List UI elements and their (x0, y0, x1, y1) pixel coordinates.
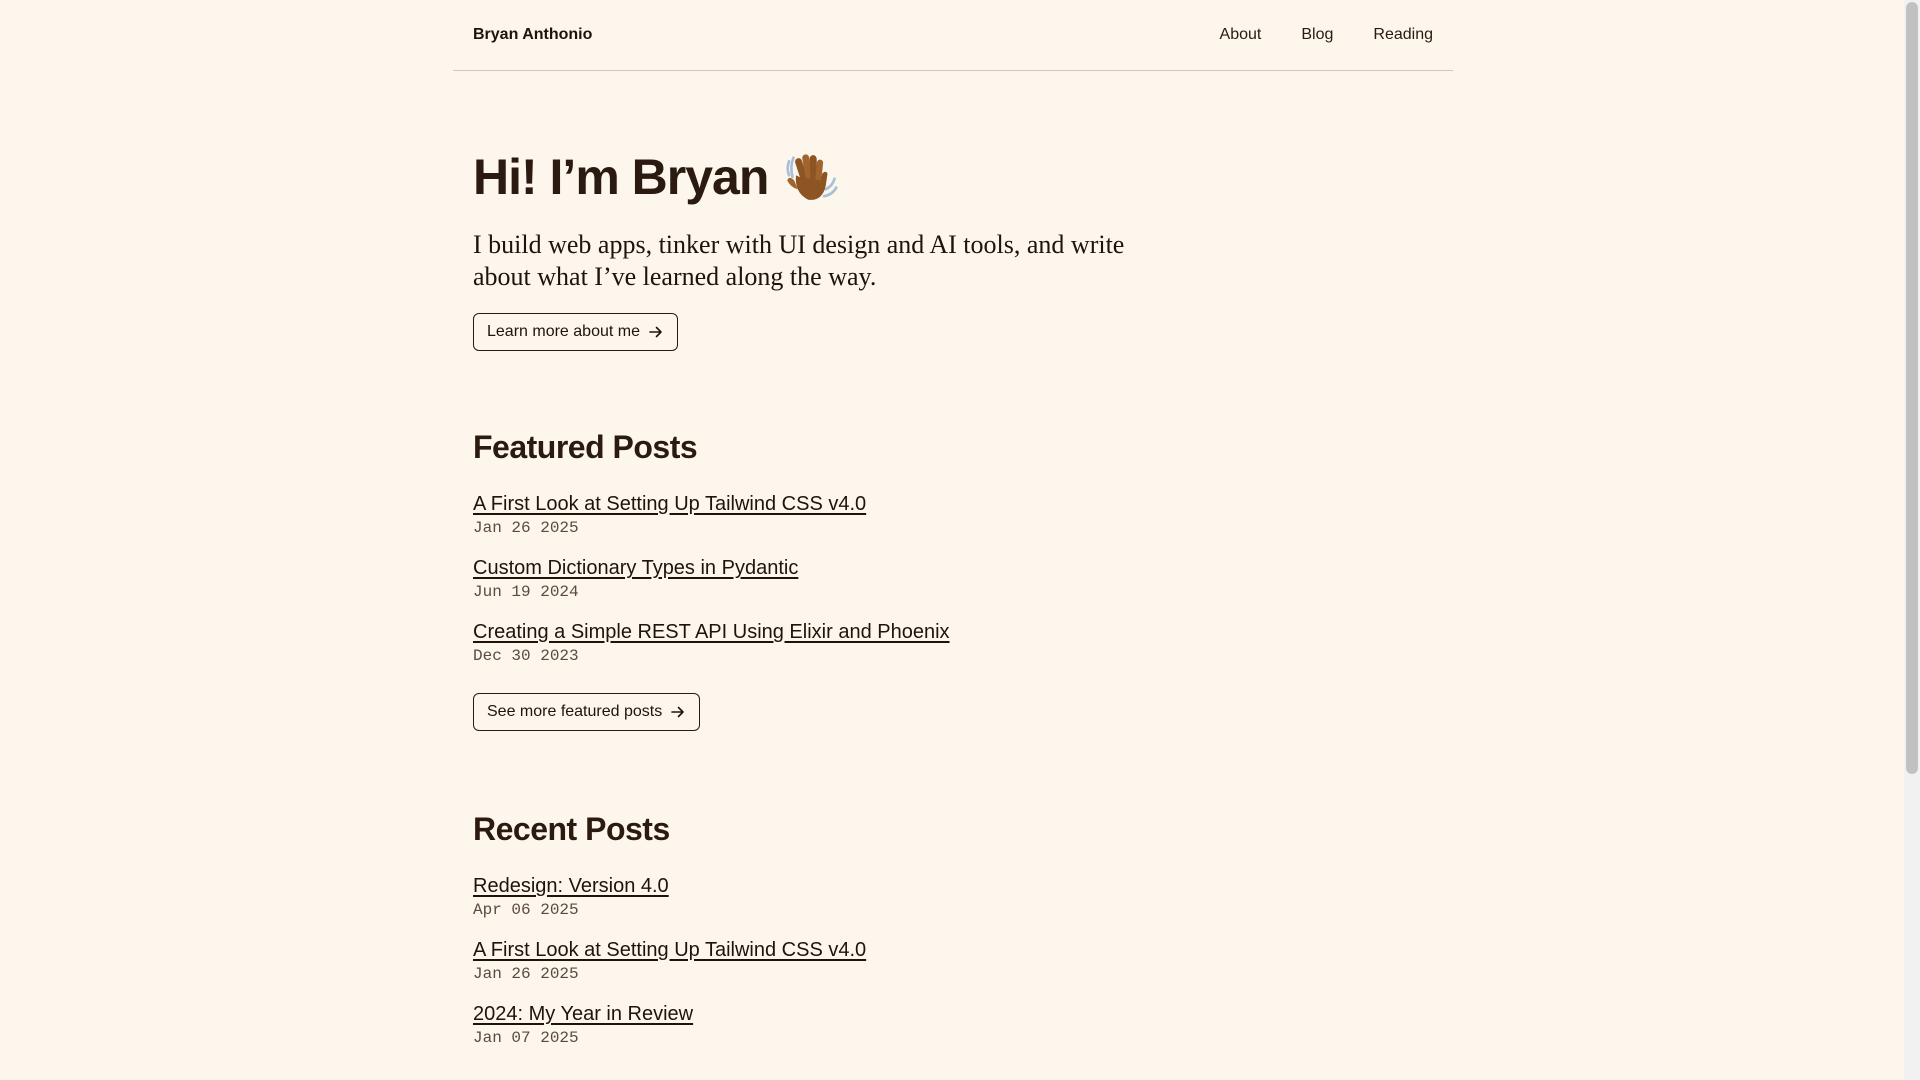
post-link[interactable]: A First Look at Setting Up Tailwind CSS … (473, 492, 866, 516)
list-item: 2024: My Year in Review Jan 07 2025 (473, 1002, 1433, 1047)
featured-post-list: A First Look at Setting Up Tailwind CSS … (473, 492, 1433, 665)
content-container: Bryan Anthonio About Blog Reading Hi! I’… (453, 0, 1453, 1066)
main-nav: About Blog Reading (1220, 26, 1433, 44)
learn-more-label: Learn more about me (487, 323, 640, 340)
main-content: Hi! I’m Bryan I build web apps, tinker w… (453, 149, 1453, 1047)
list-item: Creating a Simple REST API Using Elixir … (473, 620, 1433, 665)
post-date: Jan 26 2025 (473, 519, 579, 537)
post-date: Jan 07 2025 (473, 1029, 579, 1047)
list-item: Custom Dictionary Types in Pydantic Jun … (473, 556, 1433, 601)
list-item: A First Look at Setting Up Tailwind CSS … (473, 938, 1433, 983)
post-link[interactable]: Creating a Simple REST API Using Elixir … (473, 620, 950, 644)
list-item: A First Look at Setting Up Tailwind CSS … (473, 492, 1433, 537)
hero-section: Hi! I’m Bryan I build web apps, tinker w… (473, 149, 1433, 351)
site-header: Bryan Anthonio About Blog Reading (453, 0, 1453, 71)
arrow-right-icon (649, 326, 662, 338)
post-link[interactable]: A First Look at Setting Up Tailwind CSS … (473, 938, 866, 962)
nav-reading[interactable]: Reading (1373, 26, 1433, 44)
page: Bryan Anthonio About Blog Reading Hi! I’… (0, 0, 1904, 1080)
featured-posts-title: Featured Posts (473, 429, 698, 465)
site-title-link[interactable]: Bryan Anthonio (473, 26, 592, 44)
post-link[interactable]: 2024: My Year in Review (473, 1002, 693, 1026)
list-item: Redesign: Version 4.0 Apr 06 2025 (473, 874, 1433, 919)
post-date: Jun 19 2024 (473, 583, 579, 601)
see-more-label: See more featured posts (487, 703, 663, 720)
post-date: Apr 06 2025 (473, 901, 579, 919)
post-date: Jan 26 2025 (473, 965, 579, 983)
featured-posts-section: Featured Posts A First Look at Setting U… (473, 429, 1433, 731)
learn-more-about-me-button[interactable]: Learn more about me (473, 313, 678, 351)
post-date: Dec 30 2023 (473, 647, 579, 665)
hero-intro: I build web apps, tinker with UI design … (473, 230, 1125, 291)
nav-about[interactable]: About (1220, 26, 1262, 44)
recent-posts-section: Recent Posts Redesign: Version 4.0 Apr 0… (473, 811, 1433, 1047)
scrollbar-thumb[interactable] (1906, 2, 1918, 774)
arrow-right-icon (671, 706, 685, 718)
post-link[interactable]: Redesign: Version 4.0 (473, 874, 669, 898)
nav-blog[interactable]: Blog (1301, 26, 1333, 44)
hero-title: Hi! I’m Bryan (473, 149, 1433, 205)
hero-title-text: Hi! I’m Bryan (473, 149, 769, 205)
recent-posts-title: Recent Posts (473, 811, 670, 847)
page-scrollbar[interactable] (1904, 0, 1920, 1080)
waving-hand-icon (786, 154, 838, 200)
see-more-featured-posts-button[interactable]: See more featured posts (473, 693, 701, 731)
post-link[interactable]: Custom Dictionary Types in Pydantic (473, 556, 798, 580)
recent-post-list: Redesign: Version 4.0 Apr 06 2025 A Firs… (473, 874, 1433, 1047)
